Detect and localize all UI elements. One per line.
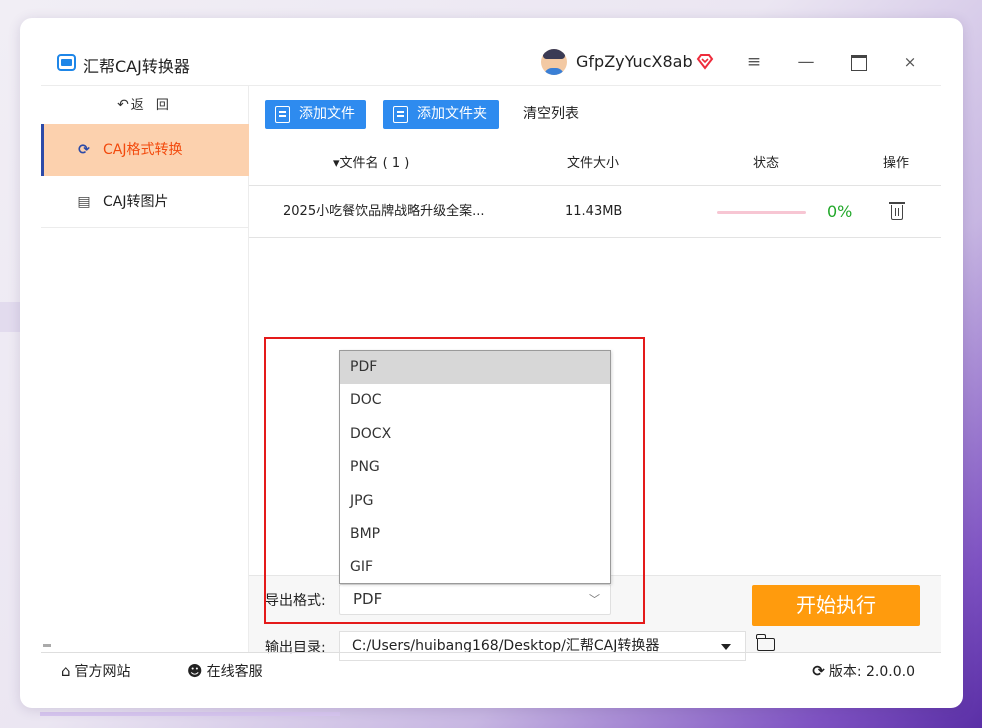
export-format-value: PDF (353, 590, 383, 608)
refresh-icon: ⟳ (78, 142, 90, 158)
dropdown-option[interactable]: DOC (340, 384, 610, 417)
refresh-icon: ⟳ (812, 662, 825, 680)
vip-diamond-icon[interactable] (696, 52, 714, 70)
minimize-icon[interactable]: — (795, 51, 817, 73)
scrollbar[interactable] (43, 644, 51, 647)
chevron-down-icon: ﹀ (589, 593, 600, 606)
version-info[interactable]: ⟳ 版本: 2.0.0.0 (812, 653, 915, 690)
add-folder-label: 添加文件夹 (417, 106, 487, 122)
file-name: 2025小吃餐饮品牌战略升级全案... (283, 204, 485, 219)
app-logo-icon (57, 54, 76, 71)
dropdown-option[interactable]: DOCX (340, 418, 610, 451)
official-site-label: 官方网站 (74, 664, 131, 680)
column-header-status: 状态 (753, 156, 780, 171)
online-service-label: 在线客服 (206, 664, 263, 680)
dropdown-option[interactable]: GIF (340, 551, 610, 584)
clear-list-button[interactable]: 清空列表 (523, 100, 579, 129)
official-site-link[interactable]: ⌂ 官方网站 (61, 653, 131, 690)
user-avatar[interactable] (541, 49, 567, 75)
support-agent-icon: ☻ (187, 662, 203, 680)
sidebar-item-label: CAJ转图片 (103, 194, 169, 210)
progress-percent: 0% (827, 202, 853, 221)
dropdown-option[interactable]: PDF (340, 351, 610, 385)
background-decoration (40, 712, 340, 716)
add-file-icon (275, 106, 290, 123)
export-format-label: 导出格式: (265, 593, 326, 609)
back-button[interactable]: ↶ 返 回 (41, 86, 249, 124)
table-header: ▾文件名 ( 1 ) 文件大小 状态 操作 (249, 142, 941, 186)
maximize-icon[interactable] (847, 51, 869, 73)
menu-icon[interactable]: ≡ (743, 51, 765, 73)
file-size: 11.43MB (565, 204, 623, 219)
column-header-name[interactable]: ▾文件名 ( 1 ) (333, 142, 409, 186)
format-dropdown-list: PDF DOC DOCX PNG JPG BMP GIF (339, 350, 611, 584)
start-button[interactable]: 开始执行 (752, 585, 920, 626)
app-window: 汇帮CAJ转换器 GfpZyYucX8ab ≡ — × ↶ 返 回 ⟳ CAJ格式转… (20, 18, 963, 708)
caret-down-icon (721, 644, 731, 650)
table-row[interactable]: 2025小吃餐饮品牌战略升级全案... 11.43MB 0% (249, 186, 941, 238)
app-title: 汇帮CAJ转换器 (83, 57, 190, 76)
export-format-select[interactable]: PDF ﹀ (339, 584, 611, 615)
trash-icon[interactable] (889, 202, 905, 220)
dropdown-option[interactable]: BMP (340, 518, 610, 551)
version-label: 版本: 2.0.0.0 (828, 664, 915, 680)
sidebar: ↶ 返 回 ⟳ CAJ格式转换 ▤ CAJ转图片 (41, 86, 249, 652)
dropdown-option[interactable]: JPG (340, 485, 610, 518)
add-folder-button[interactable]: 添加文件夹 (383, 100, 499, 129)
online-service-link[interactable]: ☻ 在线客服 (187, 653, 263, 690)
folder-open-icon[interactable] (756, 634, 775, 651)
sidebar-item-caj-image[interactable]: ▤ CAJ转图片 (41, 176, 249, 228)
add-folder-icon (393, 106, 408, 123)
home-icon: ⌂ (61, 662, 71, 680)
username[interactable]: GfpZyYucX8ab (576, 52, 693, 71)
sidebar-item-label: CAJ格式转换 (103, 142, 183, 158)
column-header-operation: 操作 (883, 156, 910, 171)
add-file-button[interactable]: 添加文件 (265, 100, 366, 129)
titlebar: 汇帮CAJ转换器 GfpZyYucX8ab ≡ — × (41, 40, 941, 86)
status-bar: ⌂ 官方网站 ☻ 在线客服 ⟳ 版本: 2.0.0.0 (41, 652, 941, 688)
close-icon[interactable]: × (899, 51, 921, 73)
document-icon: ▤ (77, 194, 91, 210)
add-file-label: 添加文件 (299, 106, 355, 122)
progress-bar (717, 211, 806, 214)
main-panel: 添加文件 添加文件夹 清空列表 ▾文件名 ( 1 ) 文件大小 状态 操作 20… (249, 86, 941, 661)
back-arrow-icon: ↶ (117, 97, 129, 113)
back-label: 返 回 (130, 98, 173, 113)
column-header-size: 文件大小 (567, 156, 620, 171)
sidebar-item-caj-format[interactable]: ⟳ CAJ格式转换 (41, 124, 249, 176)
dropdown-option[interactable]: PNG (340, 451, 610, 484)
